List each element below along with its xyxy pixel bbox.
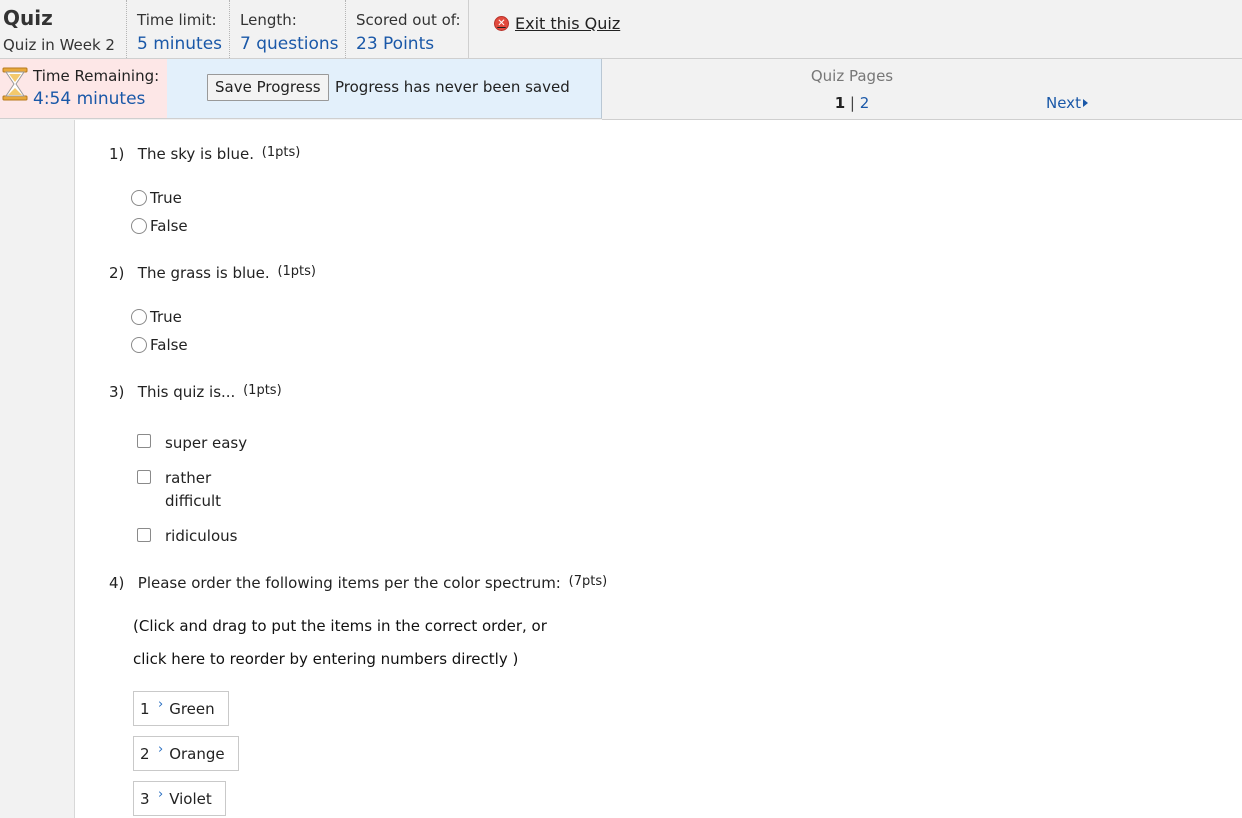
length-value: 7 questions	[240, 34, 339, 54]
question-points: (1pts)	[261, 145, 301, 160]
order-item[interactable]: 1 › Green	[133, 691, 229, 726]
radio-button[interactable]	[131, 218, 147, 234]
save-status-text: Progress has never been saved	[335, 78, 570, 96]
exit-quiz-link[interactable]: ✕ Exit this Quiz	[494, 14, 620, 33]
checkbox[interactable]	[137, 528, 151, 542]
time-remaining-label: Time Remaining:	[33, 67, 160, 85]
question-number: 1)	[109, 145, 125, 163]
question-1-header: 1) The sky is blue. (1pts)	[109, 145, 300, 163]
question-3-header: 3) This quiz is... (1pts)	[109, 383, 282, 401]
radio-button[interactable]	[131, 190, 147, 206]
order-index: 1	[140, 699, 150, 718]
question-points: (7pts)	[568, 574, 608, 589]
order-index: 3	[140, 789, 150, 808]
order-index: 2	[140, 744, 150, 763]
order-item-label: Green	[169, 699, 215, 718]
option-label: False	[150, 336, 188, 354]
question-number: 2)	[109, 264, 125, 282]
score-label: Scored out of:	[356, 11, 461, 29]
chevron-right-icon: ›	[158, 787, 164, 802]
chevron-right-icon: ›	[158, 742, 164, 757]
question-4-header: 4) Please order the following items per …	[109, 574, 607, 592]
hourglass-icon	[2, 67, 28, 105]
quiz-pages-label: Quiz Pages	[810, 67, 894, 85]
option-label: rather difficult	[165, 469, 221, 510]
time-limit-value: 5 minutes	[137, 34, 223, 54]
length-label: Length:	[240, 11, 297, 29]
next-page-link[interactable]: Next	[1046, 94, 1088, 112]
next-arrow-icon	[1082, 99, 1088, 107]
quiz-pages-nav: Quiz Pages 1 | 2 Next	[602, 59, 1242, 120]
reorder-by-number-link[interactable]: click here to reorder by entering number…	[133, 650, 518, 668]
score-info: Scored out of: 23 Points	[345, 0, 469, 58]
radio-button[interactable]	[131, 309, 147, 325]
option-label: True	[150, 189, 182, 207]
question-text: This quiz is...	[137, 383, 236, 401]
order-item[interactable]: 3 › Violet	[133, 781, 226, 816]
time-limit-info: Time limit: 5 minutes	[126, 0, 230, 58]
length-info: Length: 7 questions	[229, 0, 345, 58]
option-label: True	[150, 308, 182, 326]
checkbox[interactable]	[137, 470, 151, 484]
page-2-link[interactable]: 2	[860, 94, 870, 112]
question-number: 3)	[109, 383, 125, 401]
q1-option-false[interactable]: False	[131, 217, 188, 235]
question-text: Please order the following items per the…	[137, 574, 561, 592]
q1-option-true[interactable]: True	[131, 189, 182, 207]
order-item[interactable]: 2 › Orange	[133, 736, 239, 771]
time-remaining-value: 4:54 minutes	[33, 89, 146, 109]
score-value: 23 Points	[356, 34, 435, 54]
current-page: 1	[834, 94, 846, 112]
next-label: Next	[1046, 94, 1081, 112]
question-points: (1pts)	[277, 264, 316, 279]
question-text: The sky is blue.	[137, 145, 255, 163]
chevron-right-icon: ›	[158, 697, 164, 712]
q2-option-true[interactable]: True	[131, 308, 182, 326]
quiz-header: Quiz Quiz in Week 2 Time limit: 5 minute…	[0, 0, 1242, 59]
page-separator: |	[849, 94, 855, 112]
time-limit-label: Time limit:	[137, 11, 217, 29]
close-circle-icon: ✕	[494, 16, 509, 31]
question-number: 4)	[109, 574, 125, 592]
order-item-label: Violet	[169, 789, 212, 808]
save-progress-panel: Save Progress Progress has never been sa…	[167, 59, 602, 119]
checkbox[interactable]	[137, 434, 151, 448]
question-points: (1pts)	[243, 383, 282, 398]
order-item-label: Orange	[169, 744, 225, 763]
ordering-instruction: (Click and drag to put the items in the …	[133, 617, 547, 635]
option-label: False	[150, 217, 188, 235]
option-label: ridiculous	[165, 527, 238, 545]
option-label: super easy	[165, 434, 248, 452]
quiz-content[interactable]: 1) The sky is blue. (1pts) True False 2)…	[74, 120, 1242, 818]
time-remaining-panel: Time Remaining: 4:54 minutes	[0, 59, 167, 119]
question-text: The grass is blue.	[137, 264, 270, 282]
save-progress-button[interactable]: Save Progress	[207, 74, 329, 101]
q2-option-false[interactable]: False	[131, 336, 188, 354]
question-2-header: 2) The grass is blue. (1pts)	[109, 264, 316, 282]
radio-button[interactable]	[131, 337, 147, 353]
exit-quiz-label: Exit this Quiz	[515, 14, 621, 33]
page-numbers: 1 | 2	[602, 94, 1102, 112]
